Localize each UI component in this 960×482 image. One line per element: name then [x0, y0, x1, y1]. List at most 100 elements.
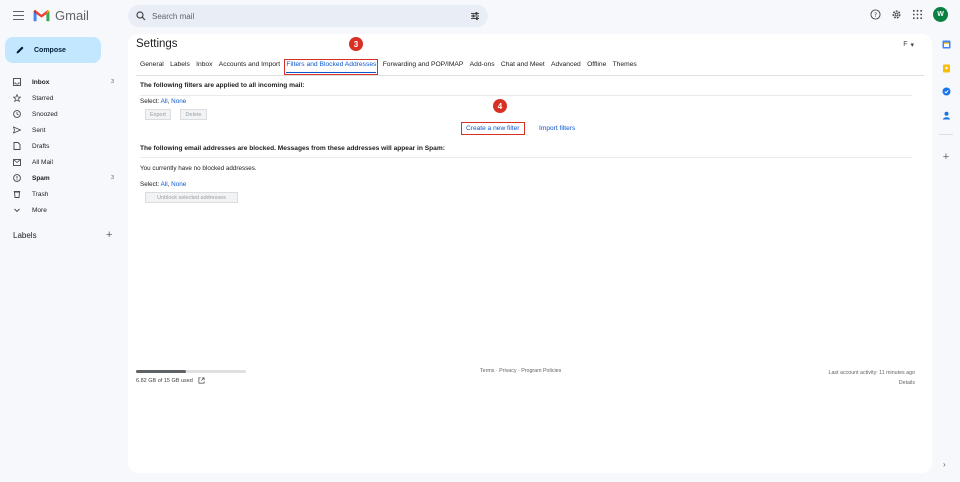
calendar-icon[interactable]	[942, 40, 951, 49]
chevron-down-icon	[14, 208, 20, 213]
section-divider	[140, 157, 912, 158]
tab-general[interactable]: General	[140, 61, 164, 73]
footer-links: Terms · Privacy · Program Policies	[480, 368, 561, 374]
search-input[interactable]	[152, 11, 488, 21]
main-menu-icon[interactable]	[13, 11, 24, 21]
labels-heading: Labels	[13, 231, 37, 240]
section-divider	[140, 95, 912, 96]
contacts-icon[interactable]	[942, 111, 951, 120]
tab-offline[interactable]: Offline	[587, 61, 606, 73]
gmail-logo-text: Gmail	[55, 8, 89, 23]
spam-icon	[13, 174, 21, 182]
sidebar-item-label: More	[32, 206, 47, 214]
terms-link[interactable]: Terms	[480, 368, 494, 374]
tab-forwarding-and-pop-imap[interactable]: Forwarding and POP/IMAP	[383, 61, 464, 73]
last-activity-text: Last account activity: 11 minutes ago	[828, 370, 915, 376]
tab-themes[interactable]: Themes	[613, 61, 637, 73]
tab-divider	[136, 75, 924, 76]
top-bar: Gmail ?	[0, 0, 960, 34]
compose-label: Compose	[34, 46, 66, 54]
top-right-actions: ? W	[870, 7, 948, 22]
sidebar-item-inbox[interactable]: Inbox 3	[0, 74, 120, 90]
delete-button[interactable]: Delete	[180, 109, 207, 120]
gmail-logo[interactable]: Gmail	[33, 8, 89, 23]
star-icon	[13, 94, 21, 102]
details-link[interactable]: Details	[829, 378, 915, 388]
tab-inbox[interactable]: Inbox	[196, 61, 212, 73]
account-avatar[interactable]: W	[933, 7, 948, 22]
page-title: Settings	[136, 38, 178, 50]
keep-icon[interactable]	[942, 64, 951, 73]
blocked-select-row: Select: All, None	[140, 181, 186, 188]
chevron-right-icon[interactable]: ›	[943, 460, 946, 469]
sidebar-nav: Inbox 3 Starred Snoozed Sent Drafts All …	[0, 74, 120, 218]
settings-gear-icon[interactable]	[891, 9, 902, 20]
sidebar-item-more[interactable]: More	[0, 202, 120, 218]
select-separator: ,	[167, 98, 170, 105]
clock-icon	[13, 110, 21, 118]
sidebar-item-sent[interactable]: Sent	[0, 122, 120, 138]
side-panel-divider	[939, 134, 953, 135]
trash-icon	[13, 191, 21, 198]
sidebar-item-label: Starred	[32, 94, 54, 102]
select-prefix: Select:	[140, 98, 160, 105]
select-prefix: Select:	[140, 181, 160, 188]
tab-advanced[interactable]: Advanced	[551, 61, 581, 73]
tab-accounts-and-import[interactable]: Accounts and Import	[219, 61, 280, 73]
tab-add-ons[interactable]: Add-ons	[470, 61, 495, 73]
tab-chat-and-meet[interactable]: Chat and Meet	[501, 61, 545, 73]
create-new-filter-link[interactable]: Create a new filter	[461, 122, 525, 135]
sidebar-item-label: Drafts	[32, 142, 50, 150]
select-all-link[interactable]: All	[161, 98, 168, 105]
all-mail-icon	[13, 159, 21, 166]
draft-icon	[13, 142, 21, 150]
storage-info: 6.82 GB of 15 GB used	[136, 377, 205, 384]
tasks-icon[interactable]	[942, 87, 951, 96]
storage-usage-text: 6.82 GB of 15 GB used	[136, 377, 193, 384]
chevron-down-icon: ▾	[910, 42, 914, 49]
filters-heading: The following filters are applied to all…	[140, 82, 305, 89]
sidebar-item-label: Trash	[32, 190, 49, 198]
sidebar-item-label: All Mail	[32, 158, 53, 166]
no-blocked-text: You currently have no blocked addresses.	[140, 165, 257, 172]
import-filters-link[interactable]: Import filters	[539, 125, 575, 132]
search-bar[interactable]	[128, 5, 488, 27]
blocked-heading: The following email addresses are blocke…	[140, 145, 445, 152]
sidebar-item-drafts[interactable]: Drafts	[0, 138, 120, 154]
select-none-link[interactable]: None	[171, 181, 186, 188]
select-separator: ,	[167, 181, 170, 188]
tab-filters-and-blocked-addresses[interactable]: Filters and Blocked Addresses	[283, 58, 379, 76]
sidebar-item-snoozed[interactable]: Snoozed	[0, 106, 120, 122]
export-button[interactable]: Export	[145, 109, 171, 120]
sidebar-item-spam[interactable]: Spam 3	[0, 170, 120, 186]
search-icon[interactable]	[136, 11, 146, 21]
sidebar-item-count: 3	[110, 175, 114, 181]
sidebar-item-all-mail[interactable]: All Mail	[0, 154, 120, 170]
get-add-ons-icon[interactable]: +	[938, 151, 954, 163]
select-none-link[interactable]: None	[171, 98, 186, 105]
side-panel: +	[938, 40, 954, 163]
open-external-icon[interactable]	[198, 377, 205, 384]
program-policies-link[interactable]: Program Policies	[521, 368, 561, 374]
sidebar-item-starred[interactable]: Starred	[0, 90, 120, 106]
unblock-selected-button[interactable]: Unblock selected addresses	[145, 192, 238, 203]
storage-bar	[136, 370, 246, 373]
apps-grid-icon[interactable]	[912, 9, 923, 20]
settings-panel: Settings F ▾ General Labels Inbox Accoun…	[128, 34, 932, 473]
input-tools-menu[interactable]: F ▾	[903, 41, 914, 49]
settings-tabs: General Labels Inbox Accounts and Import…	[140, 58, 643, 76]
privacy-link[interactable]: Privacy	[499, 368, 516, 374]
send-icon	[13, 126, 21, 134]
gmail-m-icon	[33, 9, 50, 22]
select-all-link[interactable]: All	[161, 181, 168, 188]
search-options-icon[interactable]	[470, 11, 480, 21]
tab-labels[interactable]: Labels	[170, 61, 190, 73]
sidebar-item-label: Sent	[32, 126, 46, 134]
sidebar-item-count: 3	[110, 79, 114, 85]
help-icon[interactable]: ?	[870, 9, 881, 20]
filters-select-row: Select: All, None	[140, 98, 186, 105]
add-label-button[interactable]: +	[106, 229, 112, 241]
svg-text:?: ?	[874, 11, 877, 19]
compose-button[interactable]: Compose	[5, 37, 101, 63]
sidebar-item-trash[interactable]: Trash	[0, 186, 120, 202]
